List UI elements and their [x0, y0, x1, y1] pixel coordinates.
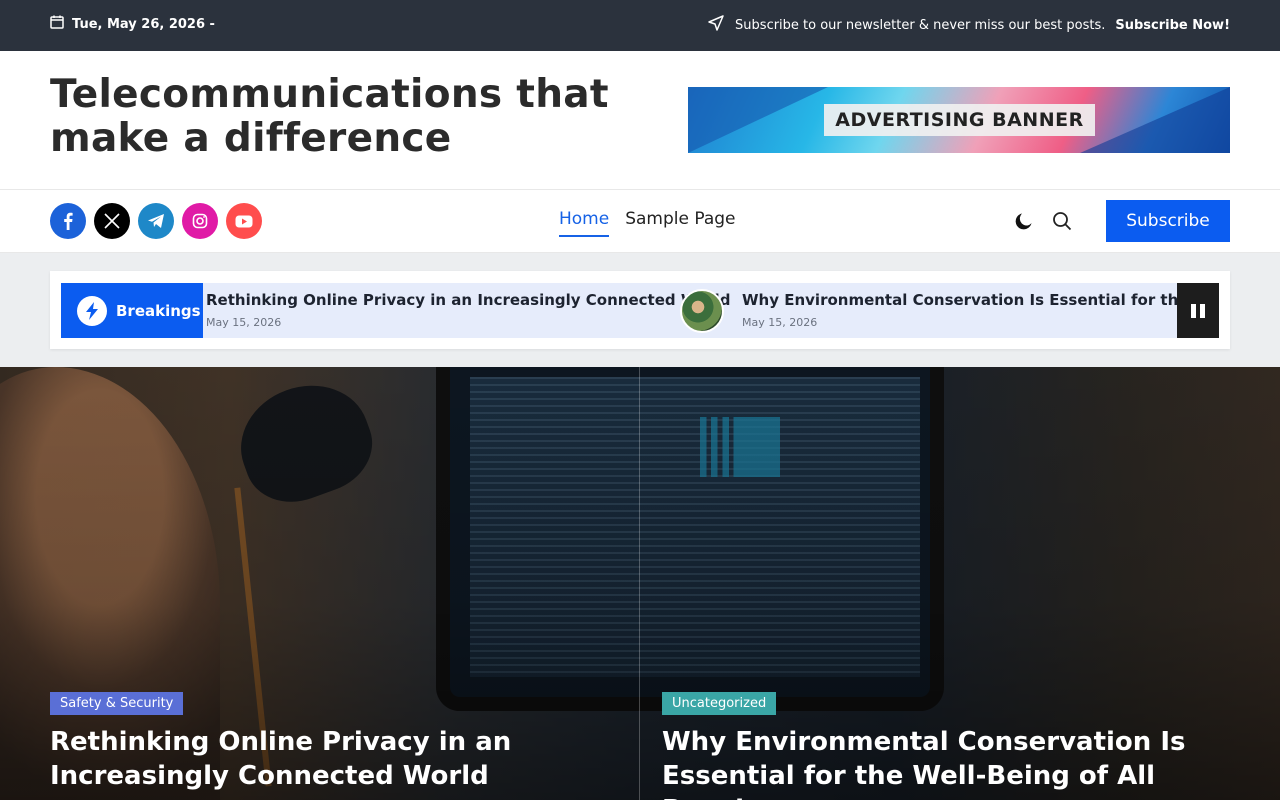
- top-bar: Tue, May 26, 2026 - Subscribe to our new…: [0, 0, 1280, 51]
- instagram-icon[interactable]: [182, 203, 218, 239]
- newsletter-promo: Subscribe to our newsletter & never miss…: [707, 14, 1230, 36]
- youtube-icon[interactable]: [226, 203, 262, 239]
- ticker-item-date: May 15, 2026: [742, 316, 818, 329]
- breaking-label-text: Breakings: [116, 301, 201, 320]
- send-icon: [707, 14, 725, 36]
- featured-posts-hero: Safety & Security Rethinking Online Priv…: [0, 367, 1280, 800]
- social-links: [50, 203, 262, 239]
- ticker-track: Rethinking Online Privacy in an Increasi…: [203, 283, 1177, 338]
- lightning-icon: [77, 295, 107, 326]
- dark-mode-toggle-icon[interactable]: [1014, 211, 1034, 231]
- newsletter-text: Subscribe to our newsletter & never miss…: [735, 17, 1106, 33]
- date-text: Tue, May 26, 2026 -: [72, 16, 215, 32]
- x-icon[interactable]: [94, 203, 130, 239]
- ticker-item-title[interactable]: Rethinking Online Privacy in an Increasi…: [206, 291, 730, 309]
- subscribe-now-link[interactable]: Subscribe Now!: [1115, 18, 1230, 33]
- search-icon[interactable]: [1052, 211, 1072, 231]
- ticker-item-title[interactable]: Why Environmental Conservation Is Essent…: [742, 291, 1177, 309]
- banner-label: ADVERTISING BANNER: [824, 104, 1095, 136]
- breaking-news-ticker: Breakings Rethinking Online Privacy in a…: [50, 271, 1230, 349]
- pause-icon: [1191, 303, 1196, 318]
- ticker-item-date: May 15, 2026: [206, 316, 282, 329]
- menu-item-sample-page[interactable]: Sample Page: [625, 209, 735, 237]
- pause-button[interactable]: [1177, 283, 1219, 338]
- breaking-news-section: Breakings Rethinking Online Privacy in a…: [0, 253, 1280, 367]
- breaking-label: Breakings: [61, 283, 203, 338]
- ticker-thumbnail[interactable]: [680, 289, 724, 333]
- primary-menu: Home Sample Page: [559, 209, 736, 237]
- banner-decoration: [1080, 87, 1230, 153]
- site-header: Telecommunications that make a differenc…: [0, 51, 1280, 190]
- hero-divider: [639, 367, 640, 800]
- banner-decoration: [688, 87, 828, 153]
- ticker-item[interactable]: Why Environmental Conservation Is Essent…: [742, 283, 1177, 338]
- ticker-item[interactable]: Rethinking Online Privacy in an Increasi…: [203, 283, 730, 338]
- nav-actions: Subscribe: [1014, 200, 1230, 242]
- category-badge[interactable]: Uncategorized: [662, 692, 777, 715]
- featured-post-title[interactable]: Rethinking Online Privacy in an Increasi…: [50, 725, 590, 793]
- facebook-icon[interactable]: [50, 203, 86, 239]
- advertising-banner[interactable]: ADVERTISING BANNER: [688, 87, 1230, 153]
- date-display: Tue, May 26, 2026 -: [50, 15, 215, 33]
- featured-post-card[interactable]: Safety & Security Rethinking Online Priv…: [50, 692, 590, 793]
- subscribe-button[interactable]: Subscribe: [1106, 200, 1230, 242]
- telegram-icon[interactable]: [138, 203, 174, 239]
- pause-icon: [1200, 303, 1205, 318]
- featured-post-title[interactable]: Why Environmental Conservation Is Essent…: [662, 725, 1222, 800]
- calendar-icon: [50, 15, 64, 33]
- category-badge[interactable]: Safety & Security: [50, 692, 184, 715]
- main-navigation: Home Sample Page Subscribe: [0, 189, 1280, 253]
- featured-post-card[interactable]: Uncategorized Why Environmental Conserva…: [662, 692, 1222, 800]
- menu-item-home[interactable]: Home: [559, 209, 610, 237]
- site-title[interactable]: Telecommunications that make a differenc…: [50, 73, 630, 161]
